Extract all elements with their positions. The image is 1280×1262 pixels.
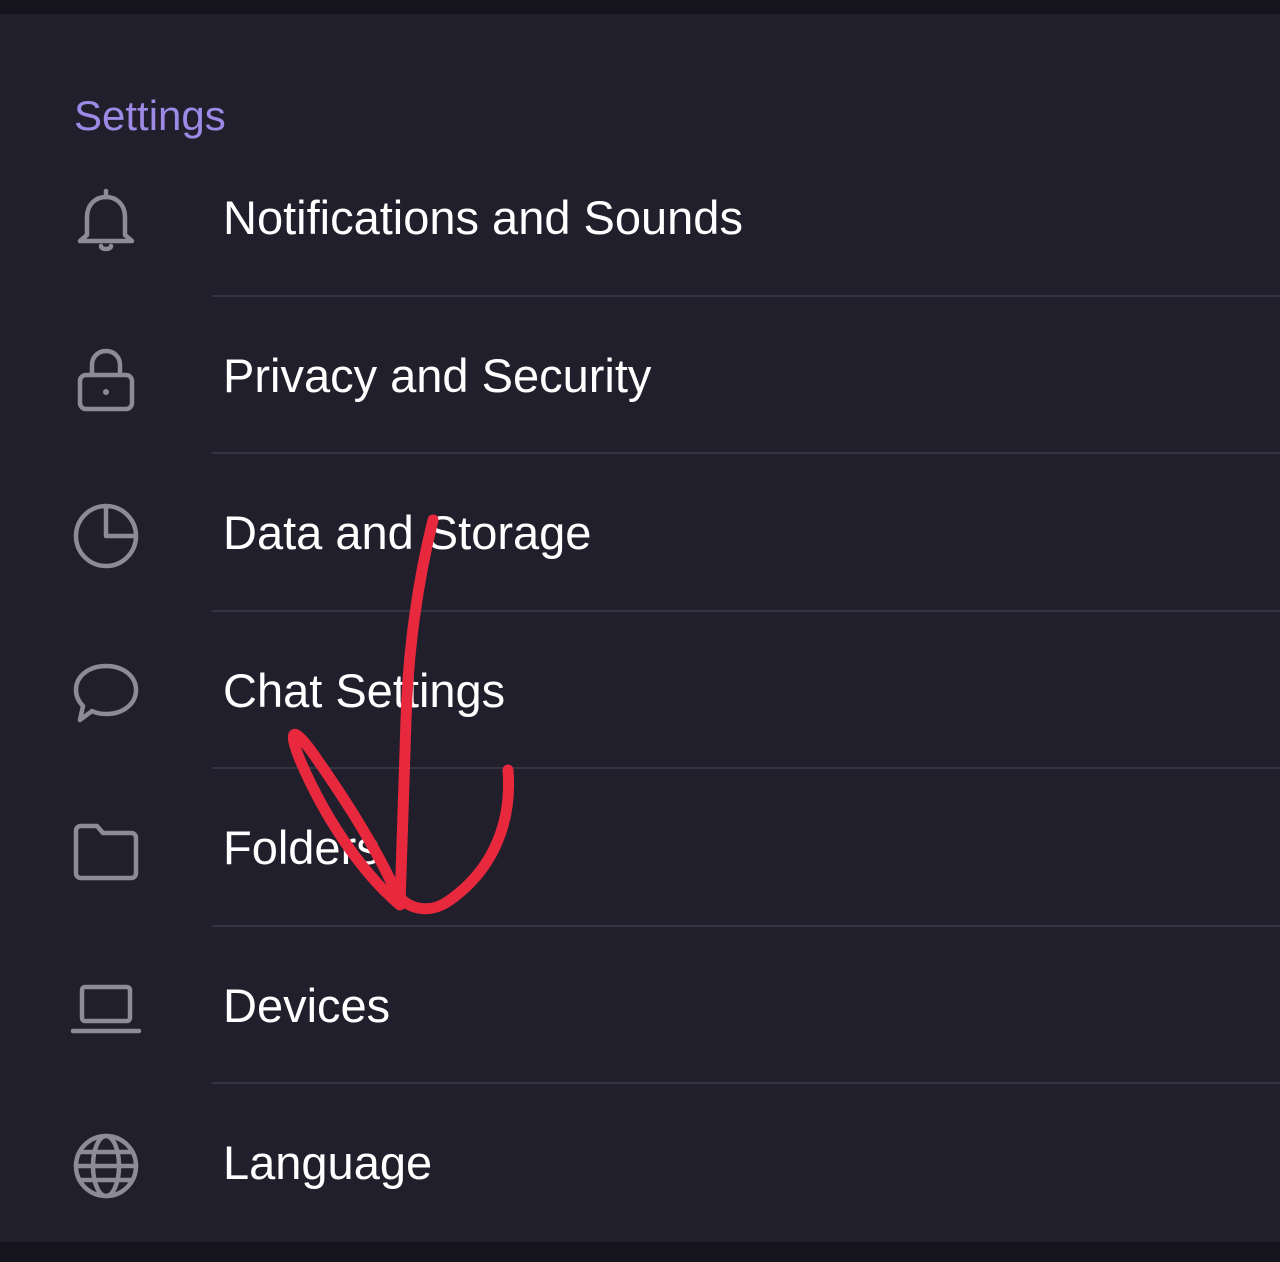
pie-chart-icon [70, 500, 142, 572]
item-label: Folders [223, 821, 380, 874]
item-label: Devices [223, 978, 391, 1032]
settings-screen: Settings Notifications and Sounds Privac… [0, 14, 1280, 1242]
settings-item-folders[interactable]: Folders [0, 769, 1280, 927]
bottom-bar [0, 1242, 1280, 1262]
item-label: Privacy and Security [223, 348, 652, 402]
bell-icon [70, 185, 142, 257]
settings-item-devices[interactable]: Devices [0, 927, 1280, 1084]
item-label: Language [223, 1136, 433, 1189]
settings-item-data-storage[interactable]: Data and Storage [0, 454, 1280, 612]
settings-item-language[interactable]: Language [0, 1084, 1280, 1242]
section-title: Settings [74, 92, 226, 139]
lock-icon [70, 343, 142, 415]
globe-icon [70, 1130, 142, 1202]
folder-icon [70, 815, 142, 887]
chat-bubble-icon [70, 658, 142, 730]
item-label: Notifications and Sounds [223, 191, 743, 244]
item-label: Chat Settings [223, 663, 506, 717]
laptop-icon [70, 973, 142, 1045]
item-label: Data and Storage [223, 506, 592, 559]
settings-item-privacy[interactable]: Privacy and Security [0, 297, 1280, 454]
settings-list: Notifications and Sounds Privacy and Sec… [0, 139, 1280, 1242]
settings-item-chat-settings[interactable]: Chat Settings [0, 612, 1280, 769]
settings-item-notifications[interactable]: Notifications and Sounds [0, 139, 1280, 297]
